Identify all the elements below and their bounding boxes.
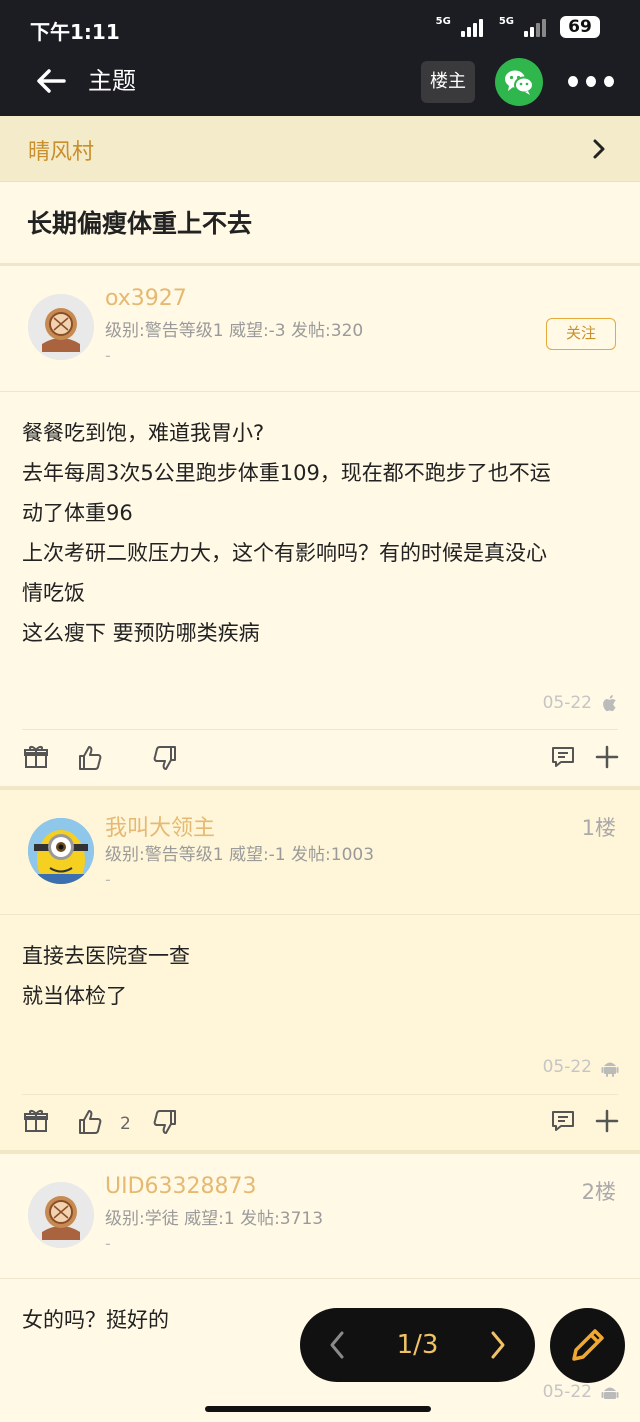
content-line: 就当体检了 xyxy=(22,984,127,1008)
plus-icon[interactable] xyxy=(593,743,621,771)
comment-icon[interactable] xyxy=(549,743,577,771)
avatar[interactable] xyxy=(28,294,94,360)
status-indicators: 5G 5G 69 xyxy=(436,16,600,38)
pencil-icon xyxy=(572,1329,604,1361)
forum-name: 晴风村 xyxy=(28,140,95,165)
wechat-icon xyxy=(505,70,534,95)
gift-icon[interactable] xyxy=(22,743,50,771)
signal-icon xyxy=(524,17,546,37)
divider xyxy=(22,1094,618,1095)
like-count: 2 xyxy=(120,1114,131,1134)
divider xyxy=(0,1278,640,1279)
forum-breadcrumb[interactable]: 晴风村 xyxy=(0,116,640,182)
status-time: 下午1:11 xyxy=(30,20,120,44)
apple-icon xyxy=(603,695,616,712)
user-meta: 级别:学徒 威望:1 发帖:3713 xyxy=(105,1209,324,1229)
topic-title: 长期偏瘦体重上不去 xyxy=(27,209,253,238)
content-line: 情吃饭 xyxy=(22,581,85,605)
wechat-share-button[interactable] xyxy=(495,58,543,106)
chevron-right-icon xyxy=(593,139,605,159)
chevron-left-icon[interactable] xyxy=(326,1330,348,1360)
network-label: 5G xyxy=(435,16,451,27)
post-item: 我叫大领主 级别:警告等级1 威望:-1 发帖:1003 - 1楼 直接去医院查… xyxy=(0,790,640,1150)
chevron-right-icon[interactable] xyxy=(487,1330,509,1360)
divider xyxy=(22,729,618,730)
more-dots-icon[interactable] xyxy=(568,72,614,90)
floor-number: 2楼 xyxy=(581,1180,616,1204)
top-bar: 下午1:11 5G 5G 69 主题 楼主 xyxy=(0,0,640,116)
compose-reply-button[interactable] xyxy=(550,1308,625,1383)
post-item: ox3927 级别:警告等级1 威望:-3 发帖:320 - 关注 餐餐吃到饱，… xyxy=(0,266,640,786)
plus-icon[interactable] xyxy=(593,1107,621,1135)
user-meta: 级别:警告等级1 威望:-3 发帖:320 xyxy=(105,321,364,341)
avatar[interactable] xyxy=(28,1182,94,1248)
gift-icon[interactable] xyxy=(22,1107,50,1135)
page-title: 主题 xyxy=(88,67,136,95)
username[interactable]: 我叫大领主 xyxy=(105,810,215,842)
post-content: 餐餐吃到饱，难道我胃小? 去年每周3次5公里跑步体重109，现在都不跑步了也不运… xyxy=(22,413,618,653)
user-signature: - xyxy=(105,346,111,365)
minion-avatar-icon xyxy=(28,818,94,884)
content-line: 动了体重96 xyxy=(22,501,133,525)
user-meta: 级别:警告等级1 威望:-1 发帖:1003 xyxy=(105,845,375,865)
post-content: 直接去医院查一查 就当体检了 xyxy=(22,936,618,1016)
content-line: 直接去医院查一查 xyxy=(22,944,190,968)
default-avatar-icon xyxy=(28,294,94,360)
post-date: 05-22 xyxy=(542,1382,592,1402)
default-avatar-icon xyxy=(28,1182,94,1248)
thumbs-up-icon[interactable] xyxy=(76,1108,104,1136)
post-date: 05-22 xyxy=(542,1057,592,1077)
comment-icon[interactable] xyxy=(549,1107,577,1135)
network-label: 5G xyxy=(498,16,514,27)
battery-indicator: 69 xyxy=(560,16,600,38)
only-owner-button[interactable]: 楼主 xyxy=(421,61,475,103)
user-signature: - xyxy=(105,870,111,889)
user-signature: - xyxy=(105,1234,111,1253)
avatar[interactable] xyxy=(28,818,94,884)
follow-button[interactable]: 关注 xyxy=(546,318,616,350)
android-icon xyxy=(601,1387,619,1399)
page-navigator: 1/3 xyxy=(300,1308,535,1382)
back-arrow-icon[interactable] xyxy=(34,64,68,98)
floor-number: 1楼 xyxy=(581,816,616,840)
divider xyxy=(0,391,640,392)
signal-icon xyxy=(460,17,483,37)
home-indicator xyxy=(205,1406,431,1412)
content-line: 上次考研二败压力大，这个有影响吗？有的时候是真没心 xyxy=(22,541,547,565)
username[interactable]: UID63328873 xyxy=(105,1174,257,1199)
android-icon xyxy=(601,1062,619,1077)
thumbs-down-icon[interactable] xyxy=(151,1108,179,1136)
username[interactable]: ox3927 xyxy=(105,286,187,311)
divider xyxy=(0,914,640,915)
thumbs-up-icon[interactable] xyxy=(76,744,104,772)
content-line: 餐餐吃到饱，难道我胃小? xyxy=(22,421,265,445)
content-line: 这么瘦下 要预防哪类疾病 xyxy=(22,621,260,645)
content-line: 去年每周3次5公里跑步体重109，现在都不跑步了也不运 xyxy=(22,461,551,485)
post-date: 05-22 xyxy=(542,693,592,713)
thumbs-down-icon[interactable] xyxy=(151,744,179,772)
